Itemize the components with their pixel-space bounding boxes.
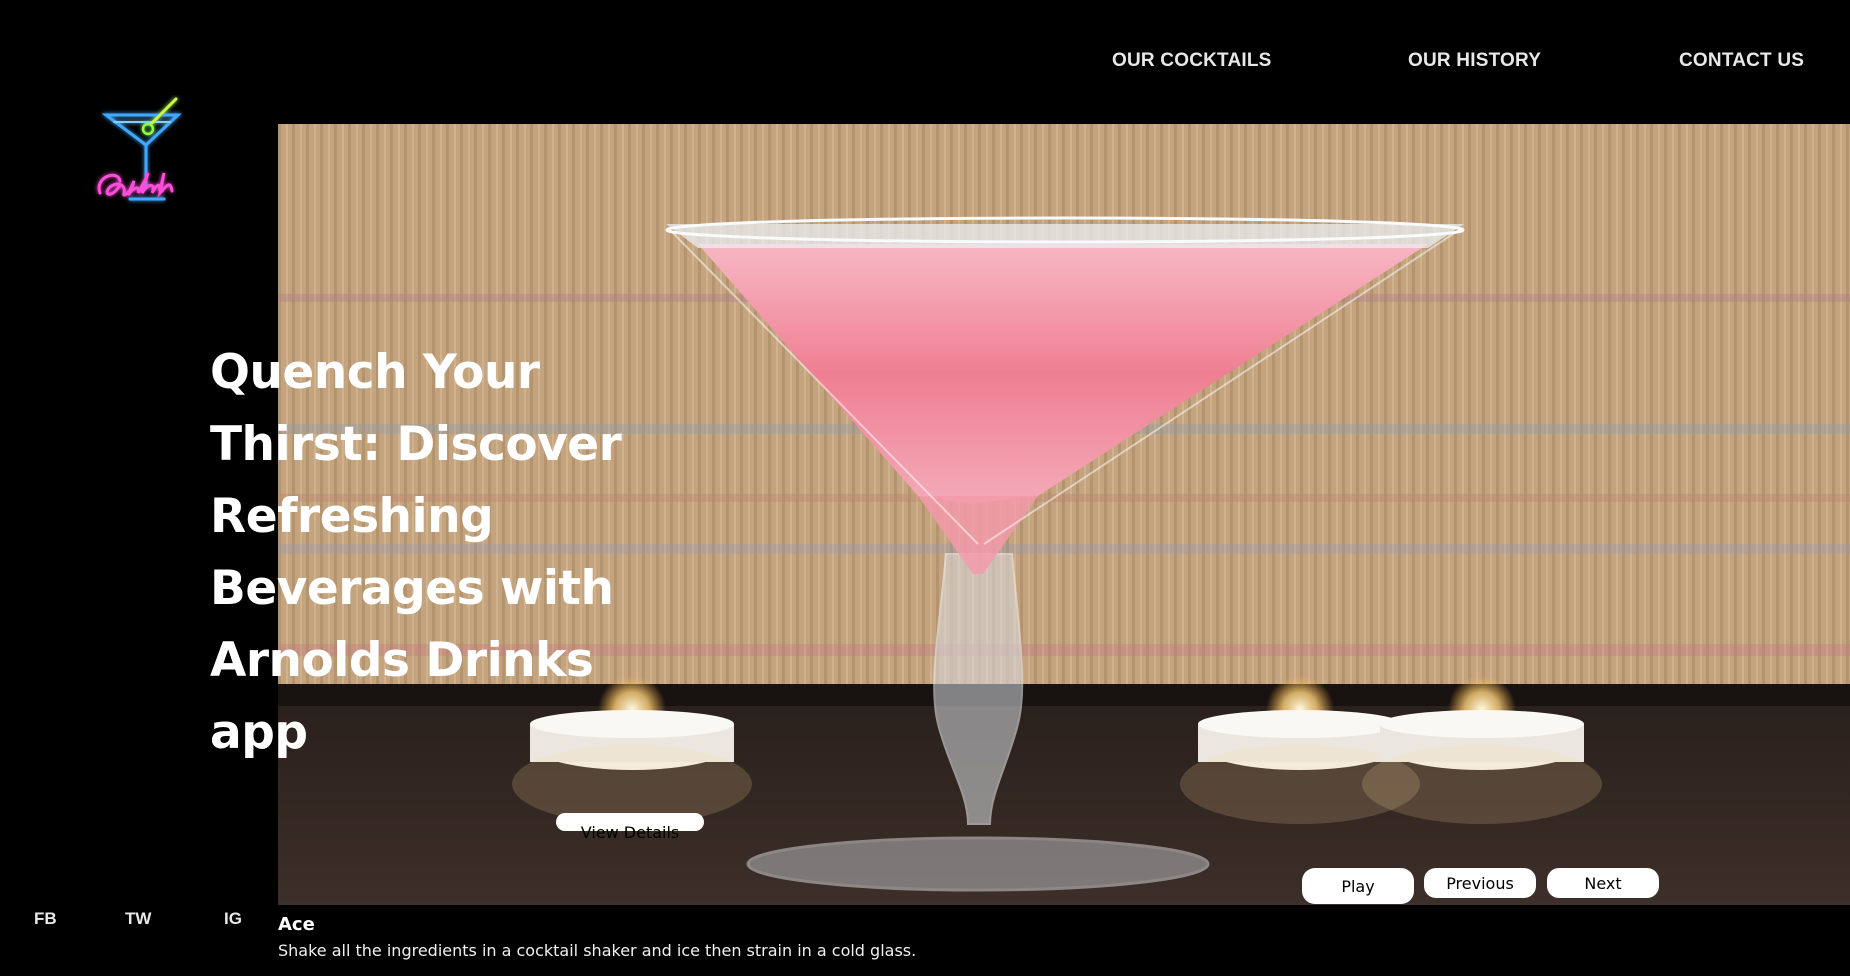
neon-martini-icon bbox=[97, 97, 182, 201]
hero-headline: Quench Your Thirst: Discover Refreshing … bbox=[210, 345, 622, 760]
slide-caption-title: Ace bbox=[278, 914, 315, 935]
view-details-button[interactable]: View Details bbox=[556, 813, 704, 842]
social-twitter-link[interactable]: TW bbox=[125, 909, 151, 929]
nav-contact-us[interactable]: CONTACT US bbox=[1679, 50, 1804, 72]
social-facebook-link[interactable]: FB bbox=[34, 909, 57, 929]
carousel-previous-button[interactable]: Previous bbox=[1424, 868, 1536, 898]
carousel-next-button[interactable]: Next bbox=[1547, 868, 1659, 898]
slide-caption-text: Shake all the ingredients in a cocktail … bbox=[278, 941, 917, 960]
nav-our-history[interactable]: OUR HISTORY bbox=[1408, 50, 1541, 72]
cocktails-logo[interactable] bbox=[90, 95, 200, 210]
nav-our-cocktails[interactable]: OUR COCKTAILS bbox=[1112, 50, 1272, 72]
social-instagram-link[interactable]: IG bbox=[224, 909, 242, 929]
carousel-play-button[interactable]: Play bbox=[1302, 868, 1414, 904]
